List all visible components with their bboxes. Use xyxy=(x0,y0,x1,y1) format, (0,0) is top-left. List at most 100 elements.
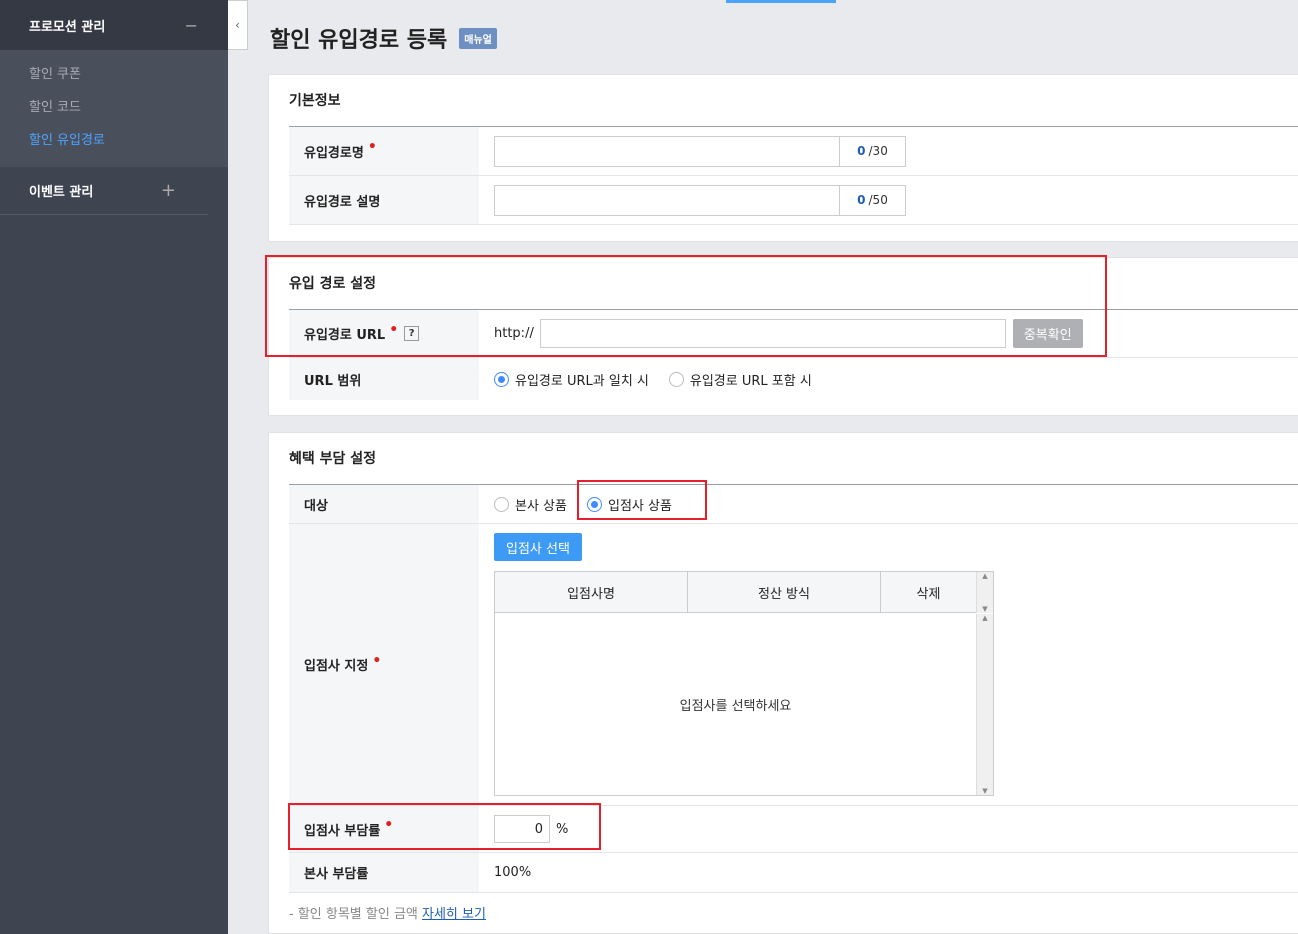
promotion-submenu: 할인 쿠폰 할인 코드 할인 유입경로 xyxy=(0,50,228,167)
grid-empty-message: 입점사를 선택하세요 xyxy=(679,699,792,714)
page-title-text: 할인 유입경로 등록 xyxy=(270,28,448,53)
name-value: 0/30 xyxy=(479,127,1298,175)
hq-rate-value: 100% xyxy=(479,853,1298,892)
scope-exact-label: 유입경로 URL과 일치 시 xyxy=(515,373,649,389)
scroll-down-icon[interactable]: ▼ xyxy=(982,605,987,613)
target-row: 대상 본사 상품 입점사 상품 xyxy=(289,485,1298,524)
desc-label: 유입경로 설명 xyxy=(289,176,479,224)
hq-rate-label: 본사 부담률 xyxy=(289,853,479,892)
benefit-panel: 혜택 부담 설정 대상 본사 상품 입점사 상품 입점사 지정 • 입점사 선택 … xyxy=(268,432,1298,934)
target-value: 본사 상품 입점사 상품 xyxy=(479,485,1298,523)
header-scrollbar[interactable]: ▲ ▼ xyxy=(976,572,993,613)
desc-counter: 0/50 xyxy=(840,184,906,216)
path-settings-panel: 유입 경로 설정 유입경로 URL •? http:// 중복확인 URL 범위 … xyxy=(268,257,1298,416)
menu-promotion-header[interactable]: 프로모션 관리 − xyxy=(0,0,228,50)
scope-label: URL 범위 xyxy=(289,358,479,400)
path-settings-title: 유입 경로 설정 xyxy=(289,258,1298,310)
footnote: - 할인 항목별 할인 금액 자세히 보기 xyxy=(289,903,1298,922)
expand-plus-icon[interactable]: + xyxy=(161,180,176,201)
desc-max: /50 xyxy=(868,193,888,207)
help-icon[interactable]: ? xyxy=(404,326,420,341)
radio-unchecked-icon[interactable] xyxy=(668,371,684,387)
required-mark: • xyxy=(384,817,394,833)
menu-event-header[interactable]: 이벤트 관리 + xyxy=(0,167,208,215)
vendor-rate-label: 입점사 부담률 • xyxy=(289,806,479,852)
hq-rate-text: 100% xyxy=(494,865,532,880)
scope-exact-radio[interactable]: 유입경로 URL과 일치 시 xyxy=(494,370,649,389)
vendor-rate-value: 0 % xyxy=(479,806,1298,852)
url-label-text: 유입경로 URL xyxy=(304,328,386,343)
grid-header-settlement[interactable]: 정산 방식 xyxy=(688,572,881,612)
vendor-grid: 입점사명 정산 방식 삭제 ▲ ▼ ▲ ▼ 입점사를 선택하세요 xyxy=(494,571,994,796)
inflow-name-input[interactable] xyxy=(494,135,840,167)
loading-indicator xyxy=(726,0,836,3)
sidebar: 프로모션 관리 − 할인 쿠폰 할인 코드 할인 유입경로 이벤트 관리 + xyxy=(0,0,228,934)
radio-unchecked-icon[interactable] xyxy=(494,496,509,512)
grid-header-vendor[interactable]: 입점사명 xyxy=(495,572,688,612)
collapse-minus-icon[interactable]: − xyxy=(185,16,198,35)
vendor-value: 입점사 선택 입점사명 정산 방식 삭제 ▲ ▼ ▲ ▼ 입점사를 선택하세요 xyxy=(479,524,1298,805)
sidebar-item-discount-code[interactable]: 할인 코드 xyxy=(0,91,228,124)
scroll-down-icon[interactable]: ▼ xyxy=(982,787,987,795)
body-scrollbar[interactable]: ▲ ▼ xyxy=(976,614,993,795)
desc-count: 0 xyxy=(857,193,866,207)
vendor-rate-label-text: 입점사 부담률 xyxy=(304,823,381,839)
scope-value: 유입경로 URL과 일치 시 유입경로 URL 포함 시 xyxy=(479,358,1298,400)
grid-header: 입점사명 정산 방식 삭제 xyxy=(495,572,976,613)
sidebar-collapse-button[interactable]: ‹ xyxy=(228,0,248,50)
required-mark: • xyxy=(389,321,399,338)
scroll-up-icon[interactable]: ▲ xyxy=(982,572,987,580)
target-label-text: 대상 xyxy=(304,498,328,514)
sidebar-item-discount-inflow[interactable]: 할인 유입경로 xyxy=(0,124,228,157)
vendor-label-text: 입점사 지정 xyxy=(304,659,369,674)
footnote-text: - 할인 항목별 할인 금액 xyxy=(289,907,418,922)
basic-info-panel: 기본정보 유입경로명 • 0/30 유입경로 설명 0/50 xyxy=(268,74,1298,242)
scope-row: URL 범위 유입경로 URL과 일치 시 유입경로 URL 포함 시 xyxy=(289,358,1298,400)
manual-badge[interactable]: 매뉴얼 xyxy=(459,27,497,49)
target-vendor-label: 입점사 상품 xyxy=(607,498,672,514)
required-mark: • xyxy=(367,139,377,155)
target-vendor-radio[interactable]: 입점사 상품 xyxy=(586,495,672,514)
desc-row: 유입경로 설명 0/50 xyxy=(289,176,1298,225)
required-mark: • xyxy=(372,652,382,669)
vendor-rate-row: 입점사 부담률 • 0 % xyxy=(289,806,1298,853)
page-title: 할인 유입경로 등록 매뉴얼 xyxy=(270,22,497,54)
url-input[interactable] xyxy=(539,319,1006,348)
target-label: 대상 xyxy=(289,485,479,523)
duplicate-check-button[interactable]: 중복확인 xyxy=(1012,319,1083,348)
radio-checked-icon[interactable] xyxy=(586,496,602,512)
scroll-up-icon[interactable]: ▲ xyxy=(982,614,987,622)
name-row: 유입경로명 • 0/30 xyxy=(289,127,1298,176)
desc-value: 0/50 xyxy=(479,176,1298,224)
target-hq-label: 본사 상품 xyxy=(515,498,567,514)
main-content: 할인 유입경로 등록 매뉴얼 기본정보 유입경로명 • 0/30 유입경로 설명 … xyxy=(248,0,1298,934)
grid-header-delete[interactable]: 삭제 xyxy=(881,572,976,612)
radio-checked-icon[interactable] xyxy=(494,371,509,387)
name-label-text: 유입경로명 xyxy=(304,145,364,161)
details-link[interactable]: 자세히 보기 xyxy=(422,907,486,922)
percent-sign: % xyxy=(556,821,569,837)
scope-contains-radio[interactable]: 유입경로 URL 포함 시 xyxy=(668,370,812,389)
menu-event-label: 이벤트 관리 xyxy=(29,185,94,200)
vendor-label: 입점사 지정 • xyxy=(289,524,479,805)
vendor-row: 입점사 지정 • 입점사 선택 입점사명 정산 방식 삭제 ▲ ▼ ▲ ▼ 입점사를 … xyxy=(289,524,1298,806)
name-max: /30 xyxy=(868,144,888,158)
hq-rate-label-text: 본사 부담률 xyxy=(304,867,369,882)
url-prefix: http:// xyxy=(494,326,534,341)
target-hq-radio[interactable]: 본사 상품 xyxy=(494,495,567,514)
chevron-left-icon: ‹ xyxy=(235,18,240,32)
name-count: 0 xyxy=(857,144,866,158)
inflow-desc-input[interactable] xyxy=(494,184,840,216)
sidebar-item-discount-coupon[interactable]: 할인 쿠폰 xyxy=(0,58,228,91)
name-counter: 0/30 xyxy=(840,135,906,167)
menu-promotion-label: 프로모션 관리 xyxy=(29,19,106,35)
url-row: 유입경로 URL •? http:// 중복확인 xyxy=(289,310,1298,358)
desc-label-text: 유입경로 설명 xyxy=(304,194,381,210)
url-value: http:// 중복확인 xyxy=(479,310,1298,357)
url-label: 유입경로 URL •? xyxy=(289,310,479,357)
vendor-rate-input[interactable]: 0 xyxy=(494,815,550,843)
scope-contains-label: 유입경로 URL 포함 시 xyxy=(689,373,812,389)
benefit-title: 혜택 부담 설정 xyxy=(289,433,1298,485)
basic-info-title: 기본정보 xyxy=(289,75,1298,127)
select-vendor-button[interactable]: 입점사 선택 xyxy=(494,533,582,561)
